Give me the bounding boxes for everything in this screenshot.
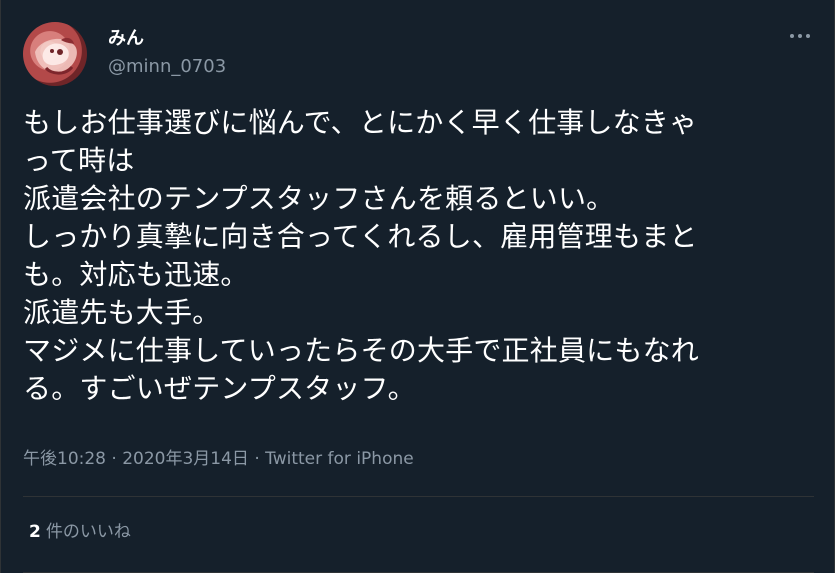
tweet-card: みん @minn_0703 もしお仕事選びに悩んで、とにかく早く仕事しなきゃ っ… [0,0,835,573]
meta-separator: · [106,449,123,469]
divider [23,496,814,497]
more-dot-icon [790,34,794,38]
tweet-line: マジメに仕事していったらその大手で正社員にもなれ [23,334,699,367]
likes-row[interactable]: 2 件のいいね [29,520,131,544]
tweet-line: 派遣会社のテンプスタッフさんを頼るといい。 [23,182,615,215]
tweet-text: もしお仕事選びに悩んで、とにかく早く仕事しなきゃ って時は 派遣会社のテンプスタ… [23,104,808,408]
tweet-time-link[interactable]: 午後10:28 [23,449,106,469]
tweet-date-link[interactable]: 2020年3月14日 [122,449,249,469]
username[interactable]: @minn_0703 [108,56,226,78]
tweet-metadata: 午後10:28 · 2020年3月14日 · Twitter for iPhon… [23,447,414,471]
more-dot-icon [806,34,810,38]
likes-count: 2 [29,522,41,542]
tweet-line: 派遣先も大手。 [23,296,221,329]
more-dot-icon [798,34,802,38]
display-name[interactable]: みん [108,28,144,50]
likes-label: 件のいいね [45,522,131,542]
meta-separator: · [248,449,266,469]
avatar-image [35,37,77,75]
tweet-line: る。すごいぜテンプスタッフ。 [23,372,416,405]
avatar[interactable] [23,22,87,86]
tweet-line: って時は [23,144,135,177]
tweet-line: も。対応も迅速。 [23,258,249,291]
tweet-client-link[interactable]: Twitter for iPhone [265,449,414,469]
tweet-line: しっかり真摯に向き合ってくれるし、雇用管理もまと [23,220,698,253]
tweet-line: もしお仕事選びに悩んで、とにかく早く仕事しなきゃ [23,106,698,139]
more-icon[interactable] [787,28,813,44]
